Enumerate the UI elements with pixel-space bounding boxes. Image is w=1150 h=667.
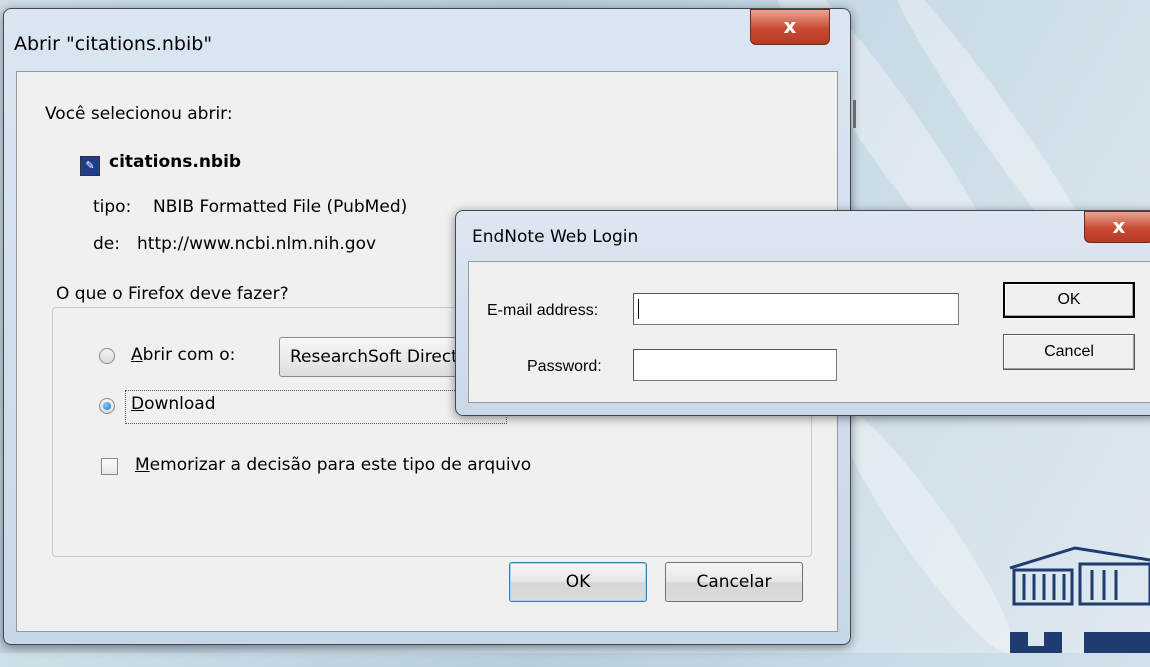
cancel-button[interactable]: Cancelar [665, 562, 803, 602]
endnote-dialog-title: EndNote Web Login [472, 227, 639, 247]
endnote-login-dialog: EndNote Web Login x E-mail address: Pass… [455, 210, 1150, 416]
email-label: E-mail address: [487, 302, 599, 319]
dialog-title: Abrir "citations.nbib" [14, 33, 213, 55]
email-field[interactable] [633, 293, 959, 325]
background-divider [853, 100, 856, 128]
endnote-close-button[interactable]: x [1084, 211, 1150, 243]
remember-checkbox[interactable] [101, 458, 118, 475]
open-with-app-select[interactable]: ResearchSoft Direct Export Helper [279, 337, 479, 377]
close-icon: x [1112, 214, 1126, 238]
close-button[interactable]: x [750, 9, 830, 45]
text-caret [638, 299, 639, 319]
remember-label[interactable]: Memorizar a decisão para este tipo de ar… [135, 455, 531, 475]
password-label: Password: [527, 358, 602, 375]
ok-button[interactable]: OK [509, 562, 647, 602]
endnote-dialog-body: E-mail address: Password: OK Cancel [468, 261, 1150, 403]
type-label: tipo: [93, 197, 132, 217]
from-label: de: [93, 234, 120, 254]
password-field[interactable] [633, 349, 837, 381]
endnote-ok-button[interactable]: OK [1003, 282, 1135, 318]
endnote-cancel-button[interactable]: Cancel [1003, 334, 1135, 370]
close-icon: x [783, 14, 797, 38]
type-value: NBIB Formatted File (PubMed) [153, 197, 408, 217]
selected-open-label: Você selecionou abrir: [45, 104, 233, 124]
university-logo [1009, 546, 1150, 653]
download-radio[interactable] [99, 398, 115, 414]
download-label[interactable]: Download [131, 394, 216, 414]
file-name: citations.nbib [109, 152, 242, 172]
action-group-title: O que o Firefox deve fazer? [52, 284, 293, 304]
nbib-file-icon: ✎ [80, 156, 100, 176]
open-with-radio[interactable] [99, 348, 115, 364]
from-value: http://www.ncbi.nlm.nih.gov [137, 234, 377, 254]
open-with-app-value: ResearchSoft Direct Export Helper [290, 347, 478, 367]
open-with-label[interactable]: Abrir com o: [131, 345, 235, 365]
